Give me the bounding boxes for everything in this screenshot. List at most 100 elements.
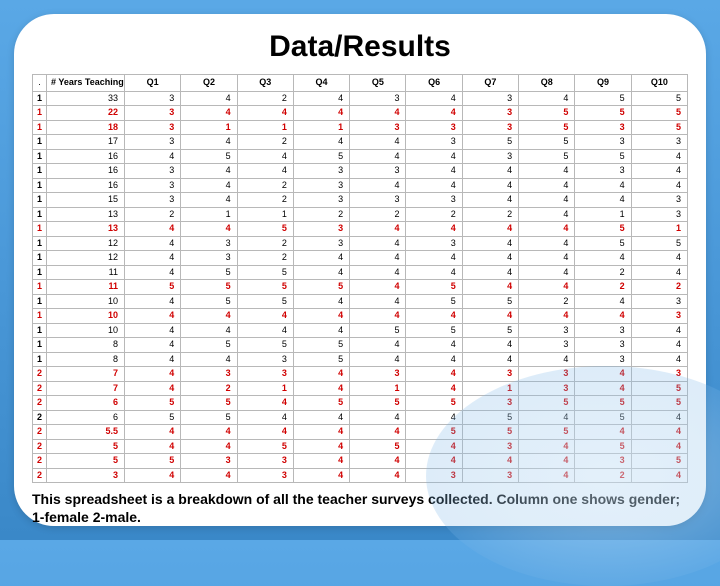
cell-q4: 4 [293,106,349,121]
cell-q5: 2 [350,207,406,222]
cell-q6: 3 [406,468,462,483]
cell-q3: 5 [237,280,293,295]
cell-q2: 4 [181,106,237,121]
cell-q6: 3 [406,135,462,150]
cell-q3: 4 [237,309,293,324]
cell-q9: 2 [575,280,631,295]
cell-q2: 4 [181,178,237,193]
cell-q9: 4 [575,381,631,396]
table-row: 254454543454 [33,439,688,454]
cell-q2: 4 [181,468,237,483]
cell-years: 10 [47,294,125,309]
cell-years: 6 [47,410,125,425]
cell-q6: 4 [406,91,462,106]
cell-q3: 4 [237,410,293,425]
cell-gender: 2 [33,396,47,411]
cell-q1: 5 [125,280,181,295]
cell-q9: 4 [575,294,631,309]
cell-gender: 2 [33,454,47,469]
cell-gender: 1 [33,91,47,106]
cell-q2: 3 [181,251,237,266]
cell-q7: 4 [462,352,518,367]
cell-q4: 4 [293,294,349,309]
cell-q8: 4 [519,193,575,208]
cell-q7: 5 [462,410,518,425]
cell-gender: 1 [33,135,47,150]
cell-q8: 4 [519,454,575,469]
cell-q10: 4 [631,178,687,193]
cell-q7: 4 [462,236,518,251]
cell-q6: 4 [406,410,462,425]
cell-q6: 5 [406,280,462,295]
cell-q10: 4 [631,265,687,280]
cell-q10: 2 [631,280,687,295]
col-header: Q2 [181,75,237,92]
cell-q7: 5 [462,323,518,338]
cell-q4: 4 [293,265,349,280]
cell-q6: 5 [406,425,462,440]
cell-q7: 3 [462,396,518,411]
cell-q9: 5 [575,91,631,106]
cell-q7: 4 [462,280,518,295]
cell-q7: 3 [462,106,518,121]
cell-q10: 3 [631,207,687,222]
col-header: . [33,75,47,92]
cell-q9: 4 [575,367,631,382]
cell-q5: 5 [350,396,406,411]
cell-years: 16 [47,149,125,164]
cell-gender: 1 [33,207,47,222]
cell-q2: 3 [181,454,237,469]
cell-q8: 2 [519,294,575,309]
cell-q3: 2 [237,236,293,251]
cell-q4: 2 [293,207,349,222]
table-row: 25.54444455544 [33,425,688,440]
cell-years: 10 [47,323,125,338]
cell-q9: 3 [575,352,631,367]
cell-q2: 3 [181,367,237,382]
cell-q4: 5 [293,396,349,411]
cell-q9: 1 [575,207,631,222]
cell-q9: 3 [575,338,631,353]
spreadsheet: .# Years TeachingQ1Q2Q3Q4Q5Q6Q7Q8Q9Q10 1… [32,74,688,483]
cell-q10: 3 [631,193,687,208]
cell-q8: 3 [519,381,575,396]
cell-q7: 4 [462,164,518,179]
cell-q3: 5 [237,222,293,237]
cell-q7: 1 [462,381,518,396]
col-header: Q7 [462,75,518,92]
cell-q8: 4 [519,265,575,280]
cell-years: 8 [47,352,125,367]
cell-q1: 3 [125,120,181,135]
cell-q2: 5 [181,338,237,353]
cell-q1: 3 [125,164,181,179]
cell-q8: 5 [519,149,575,164]
cell-q2: 4 [181,309,237,324]
cell-q1: 3 [125,106,181,121]
cell-q8: 4 [519,468,575,483]
cell-q10: 3 [631,309,687,324]
cell-q6: 3 [406,120,462,135]
cell-q5: 4 [350,280,406,295]
cell-years: 13 [47,207,125,222]
col-header: Q3 [237,75,293,92]
cell-q7: 3 [462,120,518,135]
cell-q8: 4 [519,164,575,179]
cell-q3: 3 [237,468,293,483]
cell-q1: 4 [125,352,181,367]
cell-q6: 4 [406,251,462,266]
cell-gender: 2 [33,367,47,382]
cell-q1: 4 [125,236,181,251]
cell-gender: 1 [33,178,47,193]
cell-gender: 1 [33,323,47,338]
cell-q3: 2 [237,91,293,106]
cell-q7: 4 [462,222,518,237]
cell-q10: 5 [631,91,687,106]
cell-q6: 4 [406,352,462,367]
cell-q7: 4 [462,338,518,353]
table-row: 1183111333535 [33,120,688,135]
cell-gender: 1 [33,120,47,135]
cell-gender: 2 [33,425,47,440]
cell-q2: 2 [181,381,237,396]
cell-q3: 1 [237,381,293,396]
cell-q10: 5 [631,106,687,121]
